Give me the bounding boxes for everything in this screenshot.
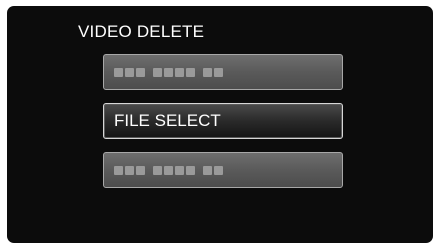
blurred-option-label bbox=[114, 67, 223, 77]
menu-item-file-select[interactable]: FILE SELECT bbox=[103, 103, 343, 139]
menu-item-option-3[interactable] bbox=[103, 152, 343, 188]
blurred-option-label bbox=[114, 165, 223, 175]
file-select-label: FILE SELECT bbox=[114, 111, 221, 130]
camera-menu-screen: VIDEO DELETE FILE SELECT bbox=[7, 6, 433, 243]
menu-title: VIDEO DELETE bbox=[78, 22, 205, 41]
menu-item-option-1[interactable] bbox=[103, 54, 343, 90]
